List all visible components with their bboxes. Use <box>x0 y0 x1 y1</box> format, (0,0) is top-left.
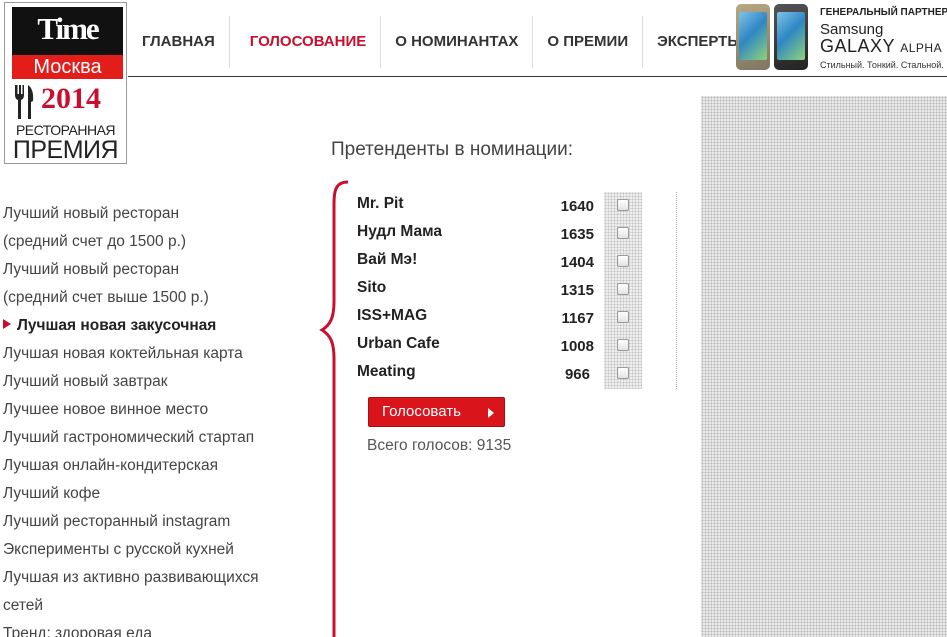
nominee-votes: 1640 <box>560 198 594 215</box>
vote-checkbox[interactable] <box>617 339 629 351</box>
nominee-name[interactable]: ISS+MAG <box>357 307 427 325</box>
partner-product: GALAXY ALPHA <box>820 36 942 57</box>
category-item[interactable]: Лучшая из активно развивающихся <box>3 564 303 592</box>
nominee-votes: 1404 <box>560 254 594 271</box>
category-item[interactable]: Лучшая новая коктейльная карта <box>3 340 303 368</box>
category-item[interactable]: Эксперименты с русской кухней <box>3 536 303 564</box>
vote-checkbox[interactable] <box>617 199 629 211</box>
category-item-active[interactable]: Лучшая новая закусочная <box>3 312 303 340</box>
nominee-votes: 966 <box>564 366 590 383</box>
nominee-votes: 1635 <box>560 226 594 243</box>
phone-dark-image <box>774 4 808 70</box>
category-item[interactable]: Лучший новый завтрак <box>3 368 303 396</box>
partner-slogan: Стильный. Тонкий. Стальной. <box>820 60 944 70</box>
category-list: Лучший новый ресторан (средний счет до 1… <box>3 200 303 637</box>
category-item[interactable]: Лучшее новое винное место <box>3 396 303 424</box>
nominees-heading: Претенденты в номинации: <box>331 139 574 160</box>
nav-main[interactable]: ГЛАВНАЯ <box>128 16 230 68</box>
category-item[interactable]: Лучшая онлайн-кондитерская <box>3 452 303 480</box>
vote-button[interactable]: Голосовать <box>368 397 505 427</box>
partner-product-suffix: ALPHA <box>900 41 943 55</box>
vote-checkbox-column <box>604 192 642 389</box>
nominee-name[interactable]: Вай Мэ! <box>357 251 417 269</box>
fork-knife-icon <box>15 85 34 119</box>
vote-checkbox[interactable] <box>617 367 629 379</box>
nav-nominees[interactable]: О НОМИНАНТАХ <box>381 16 534 68</box>
category-label: Лучшая новая закусочная <box>17 317 217 334</box>
right-sidebar-panel <box>701 96 947 637</box>
nav-about[interactable]: О ПРЕМИИ <box>533 16 644 68</box>
nominee-name[interactable]: Mr. Pit <box>357 195 404 213</box>
category-item[interactable]: Лучший ресторанный instagram <box>3 508 303 536</box>
nominee-votes: 1008 <box>560 338 594 355</box>
vote-checkbox[interactable] <box>617 311 629 323</box>
play-arrow-icon <box>488 408 494 418</box>
nav-voting[interactable]: ГОЛОСОВАНИЕ <box>230 16 382 68</box>
total-votes: Всего голосов: 9135 <box>367 437 512 454</box>
curly-bracket-icon <box>319 180 349 637</box>
phone-gold-image <box>736 4 770 70</box>
category-item[interactable]: сетей <box>3 592 303 620</box>
vote-checkbox[interactable] <box>617 227 629 239</box>
nominee-votes: 1167 <box>561 310 594 327</box>
nominee-name[interactable]: Meating <box>357 363 416 381</box>
vote-button-label: Голосовать <box>382 403 461 420</box>
nominee-name[interactable]: Нудл Мама <box>357 223 442 241</box>
category-item[interactable]: Лучший новый ресторан <box>3 256 303 284</box>
category-item[interactable]: Тренд: здоровая еда <box>3 620 303 637</box>
category-item[interactable]: (средний счет до 1500 р.) <box>3 228 303 256</box>
arrow-right-icon <box>3 319 11 329</box>
category-item[interactable]: Лучший гастрономический стартап <box>3 424 303 452</box>
vote-checkbox[interactable] <box>617 255 629 267</box>
partner-product-name: GALAXY <box>820 36 895 56</box>
category-item[interactable]: (средний счет выше 1500 р.) <box>3 284 303 312</box>
vote-checkbox[interactable] <box>617 283 629 295</box>
top-nav: ГЛАВНАЯ ГОЛОСОВАНИЕ О НОМИНАНТАХ О ПРЕМИ… <box>128 16 756 68</box>
dotted-divider <box>676 192 677 389</box>
logo-city: Москва <box>12 55 123 79</box>
nominee-name[interactable]: Sito <box>357 279 386 297</box>
nav-divider <box>128 76 947 77</box>
category-item[interactable]: Лучший новый ресторан <box>3 200 303 228</box>
partner-label: ГЕНЕРАЛЬНЫЙ ПАРТНЕР <box>820 7 947 18</box>
logo-black-block: Time Out Москва <box>12 7 123 90</box>
partner-banner[interactable]: ГЕНЕРАЛЬНЫЙ ПАРТНЕР Samsung GALAXY ALPHA… <box>736 2 947 74</box>
category-item[interactable]: Лучший кофе <box>3 480 303 508</box>
nominee-name[interactable]: Urban Cafe <box>357 335 440 353</box>
logo-line2: ПРЕМИЯ <box>12 136 119 164</box>
nominee-votes: 1315 <box>560 282 594 299</box>
logo-year: 2014 <box>41 82 101 115</box>
timeout-logo[interactable]: Time Out Москва 2014 РЕСТОРАННАЯ ПРЕМИЯ <box>4 2 127 164</box>
